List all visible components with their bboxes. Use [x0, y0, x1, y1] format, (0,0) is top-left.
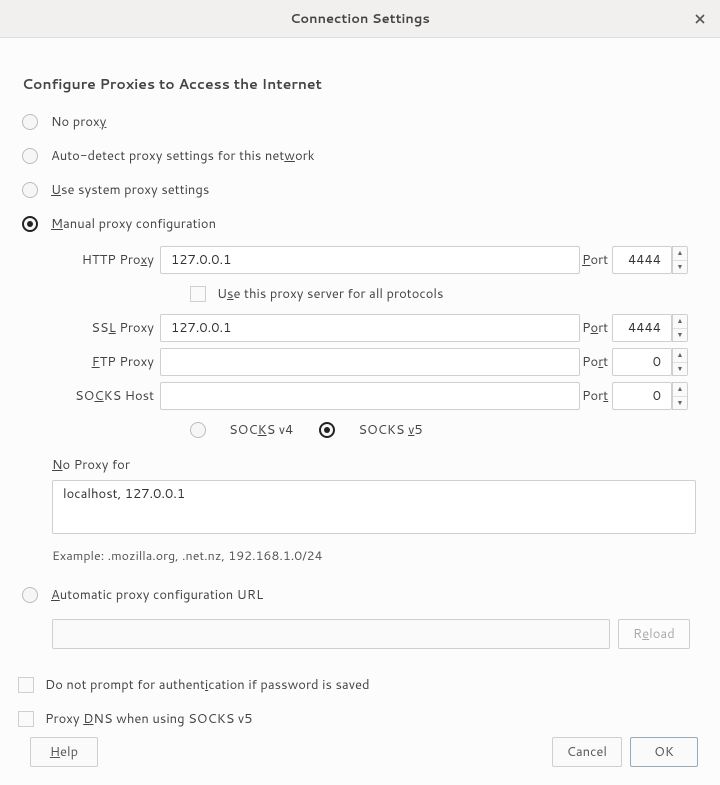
socks-port-label: Port [582, 387, 612, 405]
radio-socks-v4[interactable] [190, 422, 206, 438]
proxy-dns-row[interactable]: Proxy DNS when using SOCKS v5 [18, 705, 698, 733]
content-area: Configure Proxies to Access the Internet… [0, 38, 720, 749]
radio-label: No proxy [51, 113, 106, 131]
radio-auto-detect[interactable]: Auto-detect proxy settings for this netw… [22, 142, 698, 170]
spinner-down-icon[interactable]: ▼ [673, 363, 687, 376]
socks-v4-label: SOCKS v4 [229, 421, 293, 439]
dont-prompt-checkbox[interactable] [18, 677, 34, 693]
no-proxy-section: No Proxy for localhost, 127.0.0.1 Exampl… [52, 456, 698, 565]
socks-host-label: SOCKS Host [52, 387, 160, 405]
spinner-up-icon[interactable]: ▲ [673, 383, 687, 397]
socks-port-input[interactable] [612, 382, 672, 410]
ssl-port-input[interactable] [612, 314, 672, 342]
ssl-port-spinner[interactable]: ▲▼ [672, 314, 688, 342]
radio-indicator [22, 148, 38, 164]
spinner-down-icon[interactable]: ▼ [673, 329, 687, 342]
ftp-port-spinner[interactable]: ▲▼ [672, 348, 688, 376]
socks-v5-label: SOCKS v5 [358, 421, 422, 439]
radio-socks-v5[interactable] [319, 422, 335, 438]
spinner-up-icon[interactable]: ▲ [673, 349, 687, 363]
radio-indicator [22, 114, 38, 130]
radio-indicator [22, 587, 38, 603]
ssl-proxy-label: SSL Proxy [52, 319, 160, 337]
window-title: Connection Settings [290, 10, 430, 28]
proxy-config-area: HTTP Proxy Port ▲▼ Use this proxy server… [52, 246, 698, 444]
no-proxy-textarea[interactable]: localhost, 127.0.0.1 [52, 480, 696, 534]
http-proxy-row: HTTP Proxy Port ▲▼ [52, 246, 698, 274]
ftp-proxy-input[interactable] [160, 348, 580, 376]
http-proxy-input[interactable] [160, 246, 580, 274]
socks-port-spinner[interactable]: ▲▼ [672, 382, 688, 410]
ok-button[interactable]: OK [630, 737, 698, 767]
ssl-port-label: Port [582, 319, 612, 337]
radio-label: Manual proxy configuration [51, 215, 216, 233]
radio-manual[interactable]: Manual proxy configuration [22, 210, 698, 238]
spinner-up-icon[interactable]: ▲ [673, 315, 687, 329]
radio-indicator [22, 216, 38, 232]
radio-label: Automatic proxy configuration URL [51, 586, 263, 604]
auto-url-input [52, 619, 610, 649]
titlebar: Connection Settings [0, 0, 720, 38]
radio-indicator [22, 182, 38, 198]
http-port-label: Port [582, 251, 612, 269]
footer-buttons: Help Cancel OK [22, 737, 698, 767]
no-proxy-label: No Proxy for [52, 456, 130, 474]
auto-url-row: Reload [52, 619, 698, 649]
bottom-checks: Do not prompt for authentication if pass… [22, 671, 698, 733]
radio-label: Auto-detect proxy settings for this netw… [51, 147, 315, 165]
proxy-dns-label: Proxy DNS when using SOCKS v5 [45, 710, 252, 728]
ssl-proxy-input[interactable] [160, 314, 580, 342]
use-for-all-checkbox[interactable] [190, 286, 206, 302]
http-port-spinner[interactable]: ▲▼ [672, 246, 688, 274]
spinner-down-icon[interactable]: ▼ [673, 397, 687, 410]
use-for-all-row[interactable]: Use this proxy server for all protocols [190, 280, 698, 308]
radio-use-system[interactable]: Use system proxy settings [22, 176, 698, 204]
proxy-dns-checkbox[interactable] [18, 711, 34, 727]
close-button[interactable] [690, 9, 710, 29]
help-button[interactable]: Help [30, 737, 98, 767]
no-proxy-example: Example: .mozilla.org, .net.nz, 192.168.… [52, 547, 698, 565]
ssl-proxy-row: SSL Proxy Port ▲▼ [52, 314, 698, 342]
socks-version-row: SOCKS v4 SOCKS v5 [190, 416, 698, 444]
ftp-proxy-row: FTP Proxy Port ▲▼ [52, 348, 698, 376]
cancel-button[interactable]: Cancel [552, 737, 622, 767]
use-for-all-label: Use this proxy server for all protocols [217, 285, 443, 303]
http-port-input[interactable] [612, 246, 672, 274]
radio-no-proxy[interactable]: No proxy [22, 108, 698, 136]
dont-prompt-row[interactable]: Do not prompt for authentication if pass… [18, 671, 698, 699]
socks-host-input[interactable] [160, 382, 580, 410]
reload-button: Reload [618, 619, 690, 649]
ftp-port-label: Port [582, 353, 612, 371]
section-heading: Configure Proxies to Access the Internet [22, 74, 698, 94]
http-proxy-label: HTTP Proxy [52, 251, 160, 269]
spinner-up-icon[interactable]: ▲ [673, 247, 687, 261]
socks-host-row: SOCKS Host Port ▲▼ [52, 382, 698, 410]
ftp-proxy-label: FTP Proxy [52, 353, 160, 371]
close-icon [694, 13, 706, 25]
radio-auto-url[interactable]: Automatic proxy configuration URL [22, 581, 698, 609]
radio-label: Use system proxy settings [51, 181, 209, 199]
ftp-port-input[interactable] [612, 348, 672, 376]
spinner-down-icon[interactable]: ▼ [673, 261, 687, 274]
dont-prompt-label: Do not prompt for authentication if pass… [45, 676, 370, 694]
